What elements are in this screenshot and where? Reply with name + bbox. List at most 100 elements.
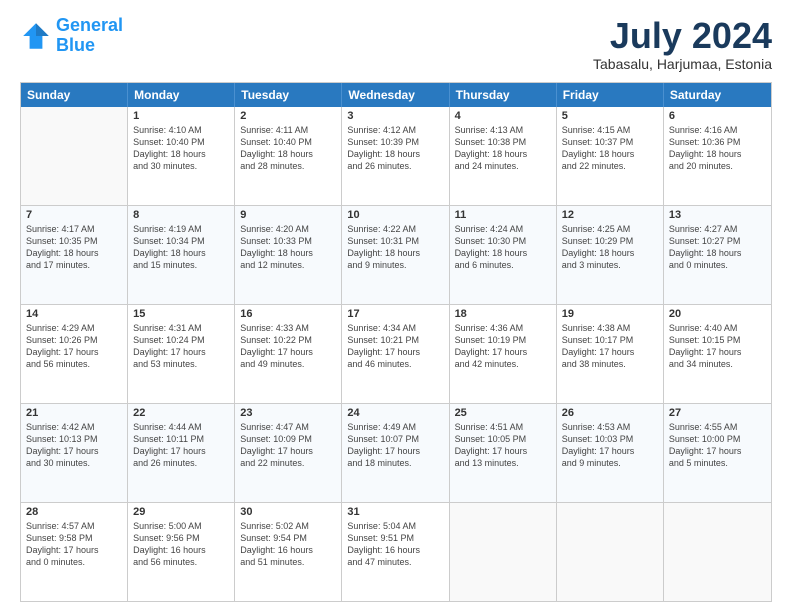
- day-number: 27: [669, 407, 766, 419]
- day-info: Sunrise: 4:31 AM Sunset: 10:24 PM Daylig…: [133, 322, 229, 371]
- calendar-row: 14Sunrise: 4:29 AM Sunset: 10:26 PM Dayl…: [21, 305, 771, 404]
- calendar-cell: 28 Sunrise: 4:57 AM Sunset: 9:58 PM Dayli…: [21, 503, 128, 601]
- calendar-cell: 25 Sunrise: 4:51 AM Sunset: 10:05 PM Dayl…: [450, 404, 557, 502]
- calendar-cell: 22Sunrise: 4:44 AM Sunset: 10:11 PM Dayl…: [128, 404, 235, 502]
- day-number: 5: [562, 110, 658, 122]
- day-number: 11: [455, 209, 551, 221]
- calendar-cell: 8 Sunrise: 4:19 AM Sunset: 10:34 PM Dayli…: [128, 206, 235, 304]
- day-number: 1: [133, 110, 229, 122]
- day-number: 15: [133, 308, 229, 320]
- calendar-cell: 3Sunrise: 4:12 AM Sunset: 10:39 PM Dayli…: [342, 107, 449, 205]
- header: General Blue July 2024 Tabasalu, Harjuma…: [20, 16, 772, 72]
- day-info: Sunrise: 4:53 AM Sunset: 10:03 PM Daylig…: [562, 421, 658, 470]
- header-right: July 2024 Tabasalu, Harjumaa, Estonia: [593, 16, 772, 72]
- calendar-cell: 31 Sunrise: 5:04 AM Sunset: 9:51 PM Dayli…: [342, 503, 449, 601]
- day-info: Sunrise: 4:24 AM Sunset: 10:30 PM Daylig…: [455, 223, 551, 272]
- day-number: 28: [26, 506, 122, 518]
- calendar-body: 1 Sunrise: 4:10 AM Sunset: 10:40 PM Dayli…: [21, 107, 771, 601]
- day-number: 2: [240, 110, 336, 122]
- calendar-cell: [450, 503, 557, 601]
- day-info: Sunrise: 4:19 AM Sunset: 10:34 PM Daylig…: [133, 223, 229, 272]
- logo-icon: [20, 20, 52, 52]
- cal-header-day: Monday: [128, 83, 235, 107]
- calendar-cell: 15 Sunrise: 4:31 AM Sunset: 10:24 PM Dayl…: [128, 305, 235, 403]
- day-number: 23: [240, 407, 336, 419]
- calendar-cell: 13 Sunrise: 4:27 AM Sunset: 10:27 PM Dayl…: [664, 206, 771, 304]
- day-number: 25: [455, 407, 551, 419]
- calendar-cell: 2Sunrise: 4:11 AM Sunset: 10:40 PM Dayli…: [235, 107, 342, 205]
- day-number: 19: [562, 308, 658, 320]
- calendar-cell: 12 Sunrise: 4:25 AM Sunset: 10:29 PM Dayl…: [557, 206, 664, 304]
- cal-header-day: Saturday: [664, 83, 771, 107]
- day-info: Sunrise: 4:44 AM Sunset: 10:11 PM Daylig…: [133, 421, 229, 470]
- day-number: 10: [347, 209, 443, 221]
- calendar-cell: 16Sunrise: 4:33 AM Sunset: 10:22 PM Dayl…: [235, 305, 342, 403]
- day-info: Sunrise: 4:10 AM Sunset: 10:40 PM Daylig…: [133, 124, 229, 173]
- day-info: Sunrise: 5:04 AM Sunset: 9:51 PM Dayligh…: [347, 520, 443, 569]
- calendar-row: 1 Sunrise: 4:10 AM Sunset: 10:40 PM Dayli…: [21, 107, 771, 206]
- logo-line2: Blue: [56, 35, 95, 55]
- day-info: Sunrise: 4:42 AM Sunset: 10:13 PM Daylig…: [26, 421, 122, 470]
- day-info: Sunrise: 4:34 AM Sunset: 10:21 PM Daylig…: [347, 322, 443, 371]
- cal-header-day: Wednesday: [342, 83, 449, 107]
- cal-header-day: Friday: [557, 83, 664, 107]
- day-info: Sunrise: 4:57 AM Sunset: 9:58 PM Dayligh…: [26, 520, 122, 569]
- calendar-cell: 4 Sunrise: 4:13 AM Sunset: 10:38 PM Dayli…: [450, 107, 557, 205]
- calendar-cell: 30Sunrise: 5:02 AM Sunset: 9:54 PM Dayli…: [235, 503, 342, 601]
- calendar-cell: 27 Sunrise: 4:55 AM Sunset: 10:00 PM Dayl…: [664, 404, 771, 502]
- page: General Blue July 2024 Tabasalu, Harjuma…: [0, 0, 792, 612]
- day-info: Sunrise: 4:33 AM Sunset: 10:22 PM Daylig…: [240, 322, 336, 371]
- day-number: 26: [562, 407, 658, 419]
- day-info: Sunrise: 4:51 AM Sunset: 10:05 PM Daylig…: [455, 421, 551, 470]
- calendar-cell: 7Sunrise: 4:17 AM Sunset: 10:35 PM Dayli…: [21, 206, 128, 304]
- day-info: Sunrise: 4:25 AM Sunset: 10:29 PM Daylig…: [562, 223, 658, 272]
- day-number: 31: [347, 506, 443, 518]
- calendar-cell: 6 Sunrise: 4:16 AM Sunset: 10:36 PM Dayli…: [664, 107, 771, 205]
- day-number: 20: [669, 308, 766, 320]
- logo-text: General Blue: [56, 16, 123, 56]
- calendar-cell: 29Sunrise: 5:00 AM Sunset: 9:56 PM Dayli…: [128, 503, 235, 601]
- day-number: 6: [669, 110, 766, 122]
- calendar-cell: 14Sunrise: 4:29 AM Sunset: 10:26 PM Dayl…: [21, 305, 128, 403]
- day-info: Sunrise: 5:02 AM Sunset: 9:54 PM Dayligh…: [240, 520, 336, 569]
- day-number: 14: [26, 308, 122, 320]
- day-info: Sunrise: 4:17 AM Sunset: 10:35 PM Daylig…: [26, 223, 122, 272]
- cal-header-day: Sunday: [21, 83, 128, 107]
- calendar-header: SundayMondayTuesdayWednesdayThursdayFrid…: [21, 83, 771, 107]
- day-number: 18: [455, 308, 551, 320]
- calendar-cell: 20 Sunrise: 4:40 AM Sunset: 10:15 PM Dayl…: [664, 305, 771, 403]
- location: Tabasalu, Harjumaa, Estonia: [593, 56, 772, 72]
- calendar-cell: 19Sunrise: 4:38 AM Sunset: 10:17 PM Dayl…: [557, 305, 664, 403]
- calendar-row: 28 Sunrise: 4:57 AM Sunset: 9:58 PM Dayli…: [21, 503, 771, 601]
- cal-header-day: Tuesday: [235, 83, 342, 107]
- calendar-cell: 18Sunrise: 4:36 AM Sunset: 10:19 PM Dayl…: [450, 305, 557, 403]
- day-number: 9: [240, 209, 336, 221]
- day-number: 21: [26, 407, 122, 419]
- logo: General Blue: [20, 16, 123, 56]
- day-info: Sunrise: 4:49 AM Sunset: 10:07 PM Daylig…: [347, 421, 443, 470]
- day-number: 17: [347, 308, 443, 320]
- calendar-cell: 1 Sunrise: 4:10 AM Sunset: 10:40 PM Dayli…: [128, 107, 235, 205]
- calendar-cell: 17 Sunrise: 4:34 AM Sunset: 10:21 PM Dayl…: [342, 305, 449, 403]
- day-info: Sunrise: 4:15 AM Sunset: 10:37 PM Daylig…: [562, 124, 658, 173]
- day-info: Sunrise: 4:16 AM Sunset: 10:36 PM Daylig…: [669, 124, 766, 173]
- calendar: SundayMondayTuesdayWednesdayThursdayFrid…: [20, 82, 772, 602]
- day-info: Sunrise: 4:13 AM Sunset: 10:38 PM Daylig…: [455, 124, 551, 173]
- day-info: Sunrise: 4:12 AM Sunset: 10:39 PM Daylig…: [347, 124, 443, 173]
- day-info: Sunrise: 4:27 AM Sunset: 10:27 PM Daylig…: [669, 223, 766, 272]
- calendar-cell: 5 Sunrise: 4:15 AM Sunset: 10:37 PM Dayli…: [557, 107, 664, 205]
- day-info: Sunrise: 5:00 AM Sunset: 9:56 PM Dayligh…: [133, 520, 229, 569]
- day-info: Sunrise: 4:55 AM Sunset: 10:00 PM Daylig…: [669, 421, 766, 470]
- day-number: 8: [133, 209, 229, 221]
- day-number: 24: [347, 407, 443, 419]
- day-info: Sunrise: 4:40 AM Sunset: 10:15 PM Daylig…: [669, 322, 766, 371]
- day-number: 13: [669, 209, 766, 221]
- calendar-cell: [664, 503, 771, 601]
- day-number: 12: [562, 209, 658, 221]
- day-info: Sunrise: 4:20 AM Sunset: 10:33 PM Daylig…: [240, 223, 336, 272]
- calendar-cell: [557, 503, 664, 601]
- day-info: Sunrise: 4:47 AM Sunset: 10:09 PM Daylig…: [240, 421, 336, 470]
- logo-line1: General: [56, 15, 123, 35]
- day-number: 4: [455, 110, 551, 122]
- calendar-cell: 9 Sunrise: 4:20 AM Sunset: 10:33 PM Dayli…: [235, 206, 342, 304]
